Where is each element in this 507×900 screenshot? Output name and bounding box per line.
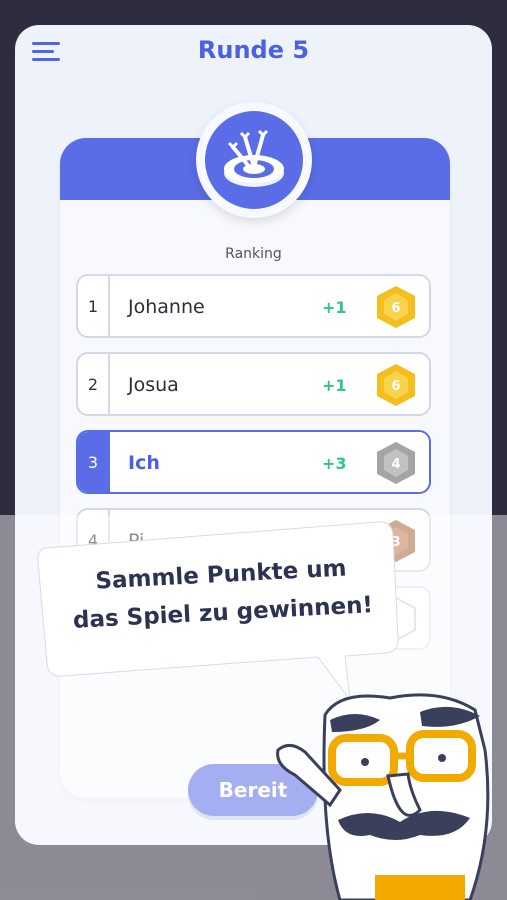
mascot-character-icon [276, 693, 490, 900]
page-title: Runde 5 [197, 36, 310, 64]
points-delta: +1 [322, 376, 347, 395]
player-name: Josua [128, 374, 179, 396]
rank-number: 2 [78, 354, 110, 414]
silver-hexagon-score-icon: 4 [377, 442, 415, 484]
score-value: 4 [391, 457, 400, 472]
score-value: 6 [391, 379, 400, 394]
rank-number: 3 [78, 432, 110, 492]
ranking-label: Ranking [225, 246, 282, 262]
points-delta: +3 [322, 454, 347, 473]
ranking-row-current-player[interactable]: 3 Ich +3 4 [76, 430, 431, 494]
player-name: Johanne [128, 296, 205, 318]
gold-hexagon-score-icon: 6 [377, 286, 415, 328]
rank-number: 1 [78, 276, 110, 336]
ranking-row[interactable]: 1 Johanne +1 6 [76, 274, 431, 338]
gold-hexagon-score-icon: 6 [377, 364, 415, 406]
round-badge [196, 102, 312, 218]
points-delta: +1 [322, 298, 347, 317]
darts-target-icon [224, 129, 284, 187]
score-value: 6 [391, 301, 400, 316]
player-name: Ich [128, 452, 160, 474]
ranking-row[interactable]: 2 Josua +1 6 [76, 352, 431, 416]
